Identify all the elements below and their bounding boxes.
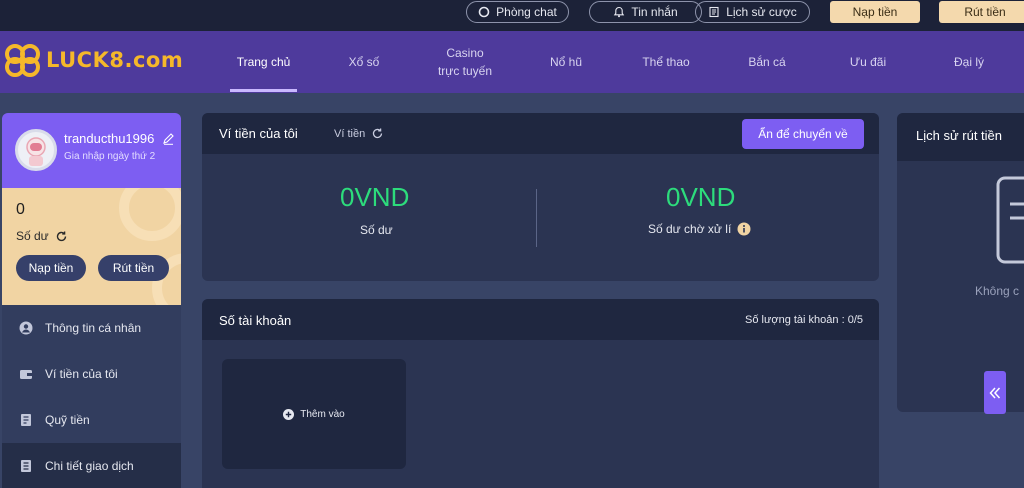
accounts-count-value: 0/5 — [847, 314, 863, 326]
top-bar: Phòng chat Tin nhắn Lịch sử cược Nạp tiề… — [0, 0, 1024, 31]
avatar[interactable] — [15, 129, 57, 171]
nav-slots[interactable]: Nổ hũ — [535, 31, 597, 93]
add-account-button[interactable]: Thêm vào — [222, 359, 406, 469]
pending-amount-label-row: Số dư chờ xử lí — [648, 222, 751, 236]
nav-sports[interactable]: Thể thao — [632, 31, 700, 93]
add-account-label: Thêm vào — [300, 408, 345, 420]
deposit-button[interactable]: Nạp tiền — [830, 1, 920, 23]
withdraw-history-empty-text: Không c — [975, 284, 1020, 298]
nav-lottery[interactable]: Xổ số — [333, 31, 395, 93]
bell-icon — [614, 6, 625, 18]
wallet-title: Ví tiền của tôi — [219, 126, 298, 141]
refresh-icon[interactable] — [371, 127, 384, 140]
pending-amount-label: Số dư chờ xử lí — [648, 222, 732, 236]
withdraw-history-title: Lịch sử rút tiền — [916, 128, 1003, 143]
accounts-title: Số tài khoản — [219, 313, 292, 328]
accounts-card: Số tài khoản Số lượng tài khoản : 0/5 Th… — [202, 299, 879, 488]
sidebar-item-transaction-details[interactable]: Chi tiết giao dịch — [2, 443, 181, 488]
bet-history-label: Lịch sử cược — [726, 5, 797, 19]
double-chevron-left-icon — [989, 386, 1001, 399]
chat-room-label: Phòng chat — [496, 5, 557, 19]
info-icon[interactable] — [737, 222, 751, 236]
edit-icon[interactable] — [162, 132, 175, 145]
balance-card: 0 Số dư Nạp tiền Rút tiền — [2, 188, 181, 305]
nav-active-indicator — [230, 89, 297, 92]
sidebar-deposit-button[interactable]: Nạp tiền — [16, 255, 86, 281]
nav-lottery-label: Xổ số — [348, 55, 380, 69]
withdraw-button[interactable]: Rút tiền — [939, 1, 1024, 23]
chat-room-button[interactable]: Phòng chat — [466, 1, 569, 23]
wallet-divider — [536, 189, 537, 247]
sidebar-withdraw-button[interactable]: Rút tiền — [98, 255, 169, 281]
sidebar-item-transaction-details-label: Chi tiết giao dịch — [45, 459, 134, 473]
wallet-card: Ví tiền của tôi Ví tiền Ẩn để chuyển về … — [202, 113, 879, 281]
chat-icon — [478, 6, 490, 18]
balance-amount: 0 — [16, 201, 25, 218]
clover-logo-icon — [5, 44, 40, 77]
accounts-count-label: Số lượng tài khoản : — [745, 314, 845, 326]
nav-casino-label-2: trực tuyến — [437, 64, 493, 78]
balance-label: Số dư — [16, 229, 49, 243]
wallet-tab-label: Ví tiền — [334, 127, 366, 140]
accounts-count: Số lượng tài khoản : 0/5 — [745, 314, 863, 326]
nav-agent[interactable]: Đại lý — [938, 31, 1000, 93]
nav-sports-label: Thể thao — [642, 55, 690, 69]
nav-promotions-label: Ưu đãi — [849, 55, 887, 69]
astronaut-avatar-icon — [26, 137, 46, 166]
sidebar-item-profile-info-label: Thông tin cá nhân — [45, 321, 142, 335]
empty-document-icon — [996, 176, 1024, 264]
nav-slots-label: Nổ hũ — [549, 55, 583, 69]
sidebar-item-profile-info[interactable]: Thông tin cá nhân — [2, 305, 181, 351]
balance-amount-label: Số dư — [360, 223, 393, 237]
sidebar-item-fund-label: Quỹ tiền — [45, 413, 90, 427]
messages-button[interactable]: Tin nhắn — [589, 1, 702, 23]
collapse-panel-button[interactable] — [984, 371, 1006, 414]
nav-casino[interactable]: Casino trực tuyến — [430, 31, 500, 93]
logo[interactable]: LUCK8.com — [4, 43, 183, 77]
wallet-icon — [20, 370, 32, 379]
nav-casino-label: Casino — [446, 46, 484, 60]
plus-circle-icon — [283, 408, 295, 420]
nav-home[interactable]: Trang chủ — [230, 31, 297, 93]
withdraw-history-card: Lịch sử rút tiền Không c — [897, 113, 1024, 412]
nav-fishing-label: Bắn cá — [748, 55, 786, 69]
balance-label-row: Số dư — [16, 229, 68, 243]
logo-text: LUCK8.com — [46, 48, 184, 72]
nav-fishing[interactable]: Bắn cá — [736, 31, 798, 93]
sidebar-menu: Thông tin cá nhân Ví tiền của tôi Quỹ ti… — [2, 305, 181, 488]
nav-home-label: Trang chủ — [236, 55, 291, 69]
bet-history-button[interactable]: Lịch sử cược — [695, 1, 810, 23]
transaction-icon — [21, 460, 31, 472]
sidebar-item-fund[interactable]: Quỹ tiền — [2, 397, 181, 443]
document-icon — [709, 6, 719, 18]
wallet-tab[interactable]: Ví tiền — [334, 127, 384, 140]
messages-label: Tin nhắn — [631, 5, 678, 19]
pending-amount-display: 0VND — [666, 182, 736, 212]
username: tranducthu1996 — [64, 131, 155, 146]
nav-agent-label: Đại lý — [953, 55, 984, 69]
refresh-icon[interactable] — [55, 230, 68, 243]
sidebar-item-my-wallet[interactable]: Ví tiền của tôi — [2, 351, 181, 397]
user-icon — [19, 321, 33, 335]
profile-card: tranducthu1996 Gia nhập ngày thứ 2 — [2, 113, 181, 188]
fund-icon — [21, 414, 31, 426]
nav-promotions[interactable]: Ưu đãi — [837, 31, 899, 93]
decorative-background-icon — [119, 188, 181, 305]
join-date: Gia nhập ngày thứ 2 — [64, 151, 156, 162]
hide-transfer-button[interactable]: Ẩn để chuyển về — [742, 119, 864, 149]
balance-amount-display: 0VND — [340, 182, 410, 212]
main-nav: LUCK8.com Trang chủ Xổ số Casino trực tu… — [0, 31, 1024, 93]
sidebar-item-my-wallet-label: Ví tiền của tôi — [45, 367, 118, 381]
